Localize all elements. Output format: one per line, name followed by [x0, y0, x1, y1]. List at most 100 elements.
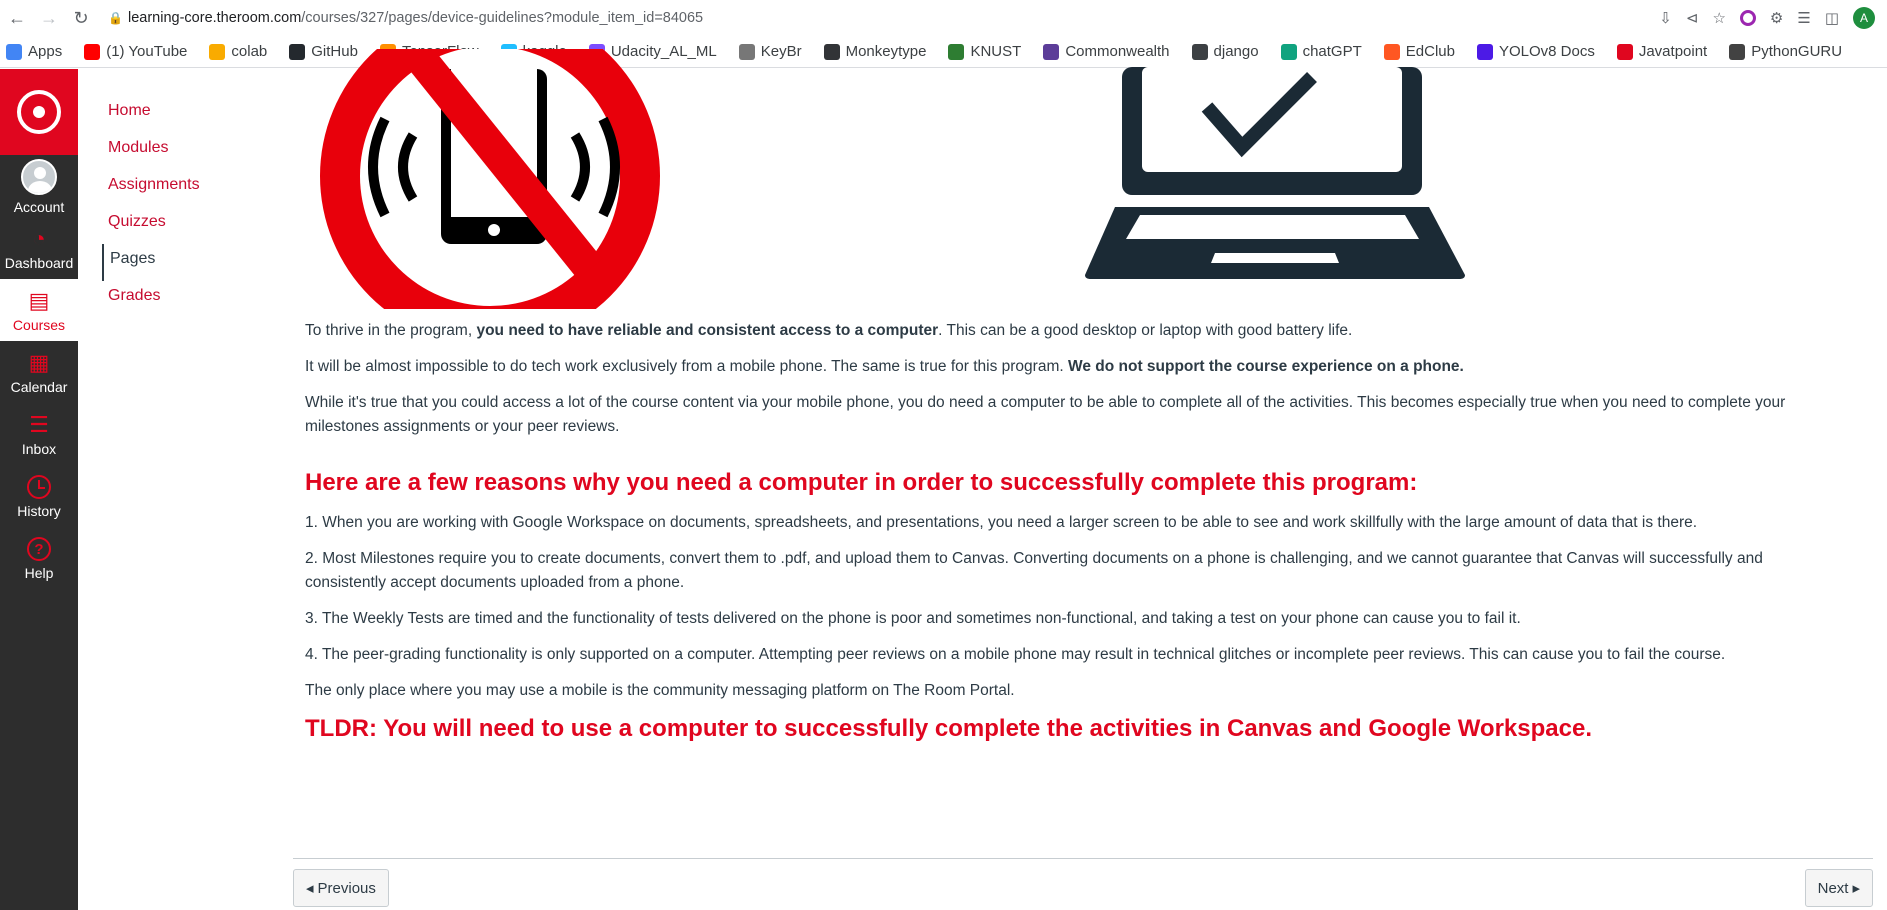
global-navigation: Account ◔ Dashboard ▤ Courses ▦ Calendar ☰ Inbox…	[0, 69, 78, 910]
course-nav-home[interactable]: Home	[102, 96, 292, 133]
bookmark-label: chatGPT	[1302, 43, 1362, 60]
previous-button[interactable]: ◂ Previous	[293, 869, 389, 907]
bookmark-label: Monkeytype	[845, 43, 927, 60]
paragraph-details: While it's true that you could access a …	[305, 394, 1786, 435]
hero-images	[305, 49, 1875, 319]
reasons-list: 1. When you are working with Google Work…	[305, 511, 1875, 667]
bookmark-item[interactable]: EdClub	[1383, 43, 1455, 60]
star-icon[interactable]: ☆	[1712, 9, 1725, 27]
extension-icon[interactable]	[1739, 10, 1756, 26]
reasons-heading: Here are a few reasons why you need a co…	[305, 469, 1418, 496]
paragraph-phone: It will be almost impossible to do tech …	[305, 355, 1835, 379]
bookmark-item[interactable]: YOLOv8 Docs	[1476, 43, 1595, 60]
help-icon: ?	[25, 535, 53, 563]
yolo-icon	[1476, 43, 1493, 60]
bookmark-label: PythonGURU	[1751, 43, 1843, 60]
course-nav-pages[interactable]: Pages	[102, 244, 292, 281]
user-avatar-icon	[19, 157, 59, 197]
pythonguru-icon	[1729, 43, 1746, 60]
bookmark-item[interactable]: PythonGURU	[1729, 43, 1842, 60]
text: . This can be a good desktop or laptop w…	[938, 322, 1353, 339]
canvas-logo-icon[interactable]	[0, 69, 78, 155]
course-nav-quizzes[interactable]: Quizzes	[102, 207, 292, 244]
previous-label: Previous	[317, 879, 376, 897]
bookmark-item[interactable]: django	[1191, 43, 1259, 60]
text: To thrive in the program,	[305, 322, 477, 339]
reason-item: 1. When you are working with Google Work…	[305, 514, 1698, 531]
bookmark-label: django	[1213, 43, 1259, 60]
clock-icon	[25, 473, 53, 501]
global-nav-label: Dashboard	[4, 255, 74, 271]
monkeytype-icon	[823, 43, 840, 60]
lock-icon: 🔒	[108, 11, 123, 25]
global-nav-account[interactable]: Account	[0, 155, 78, 217]
address-bar[interactable]: 🔒 learning-core.theroom.com/courses/327/…	[108, 4, 1659, 32]
puzzle-icon[interactable]: ⚙	[1770, 9, 1783, 27]
url-path: /courses/327/pages/device-guidelines?mod…	[301, 10, 704, 26]
caret-left-icon: ◂	[306, 880, 314, 897]
colab-icon	[209, 43, 226, 60]
bookmark-label: (1) YouTube	[106, 43, 188, 60]
globe-icon	[1191, 43, 1208, 60]
global-nav-label: Courses	[12, 317, 66, 333]
side-panel-icon[interactable]: ◫	[1825, 9, 1839, 27]
forward-arrow-icon[interactable]: →	[34, 3, 64, 33]
chatgpt-icon	[1280, 43, 1297, 60]
global-nav-label: Calendar	[10, 379, 68, 395]
bookmark-label: Apps	[28, 43, 63, 60]
bookmark-item[interactable]: KNUST	[948, 43, 1021, 60]
bookmark-label: YOLOv8 Docs	[1498, 43, 1595, 60]
bookmark-item[interactable]: (1) YouTube	[84, 43, 187, 60]
reason-item: 3. The Weekly Tests are timed and the fu…	[305, 610, 1521, 627]
course-navigation: Home Modules Assignments Quizzes Pages Grades	[102, 96, 292, 318]
reason-item: 4. The peer-grading functionality is onl…	[305, 646, 1726, 663]
no-phone-icon	[320, 49, 660, 309]
reload-icon[interactable]: ↻	[66, 3, 96, 33]
inbox-icon: ☰	[29, 412, 49, 437]
global-nav-history[interactable]: History	[0, 465, 78, 527]
calendar-icon: ▦	[28, 350, 50, 375]
caret-right-icon: ▸	[1852, 880, 1860, 897]
global-nav-help[interactable]: ? Help	[0, 527, 78, 589]
laptop-check-icon	[1085, 67, 1465, 279]
knust-icon	[948, 43, 965, 60]
profile-avatar[interactable]: A	[1853, 7, 1875, 29]
tldr-heading: TLDR: You will need to use a computer to…	[305, 715, 1592, 742]
global-nav-label: Inbox	[21, 441, 57, 457]
bookmark-item[interactable]: chatGPT	[1280, 43, 1362, 60]
keybr-icon	[738, 43, 755, 60]
reason-item: 2. Most Milestones require you to create…	[305, 550, 1763, 591]
global-nav-label: Help	[24, 565, 54, 581]
back-arrow-icon[interactable]: ←	[2, 3, 32, 33]
global-nav-calendar[interactable]: ▦ Calendar	[0, 341, 78, 403]
text-bold: you need to have reliable and consistent…	[476, 322, 939, 339]
bookmark-item[interactable]: Javatpoint	[1616, 43, 1707, 60]
global-nav-dashboard[interactable]: ◔ Dashboard	[0, 217, 78, 279]
course-nav-grades[interactable]: Grades	[102, 281, 292, 318]
page-content: To thrive in the program, you need to ha…	[293, 49, 1875, 910]
bookmark-label: Commonwealth	[1065, 43, 1170, 60]
course-nav-assignments[interactable]: Assignments	[102, 170, 292, 207]
global-nav-label: History	[17, 503, 61, 519]
dashboard-icon: ◔	[32, 226, 46, 251]
apps-grid-icon	[6, 43, 22, 60]
youtube-icon	[84, 43, 101, 60]
global-nav-inbox[interactable]: ☰ Inbox	[0, 403, 78, 465]
global-nav-label: Account	[13, 199, 65, 215]
share-icon[interactable]: ⊲	[1686, 9, 1699, 27]
bookmark-item[interactable]: Apps	[6, 43, 62, 60]
bookmark-item[interactable]: colab	[209, 43, 267, 60]
bookmark-item[interactable]: Commonwealth	[1043, 43, 1170, 60]
bookmark-item[interactable]: KeyBr	[738, 43, 802, 60]
text-bold: We do not support the course experience …	[1067, 358, 1464, 375]
next-button[interactable]: Next ▸	[1804, 869, 1873, 907]
module-pager: ◂ Previous Next ▸	[293, 858, 1873, 910]
global-nav-courses[interactable]: ▤ Courses	[0, 279, 78, 341]
course-nav-modules[interactable]: Modules	[102, 133, 292, 170]
bookmark-label: colab	[231, 43, 268, 60]
reading-list-icon[interactable]: ☰	[1797, 9, 1810, 27]
bookmark-item[interactable]: Monkeytype	[823, 43, 927, 60]
bookmarks-bar: Apps(1) YouTubecolabGitHubTensorFlowkagg…	[0, 36, 1887, 68]
install-icon[interactable]: ⇩	[1659, 9, 1672, 27]
bookmark-label: KeyBr	[760, 43, 802, 60]
